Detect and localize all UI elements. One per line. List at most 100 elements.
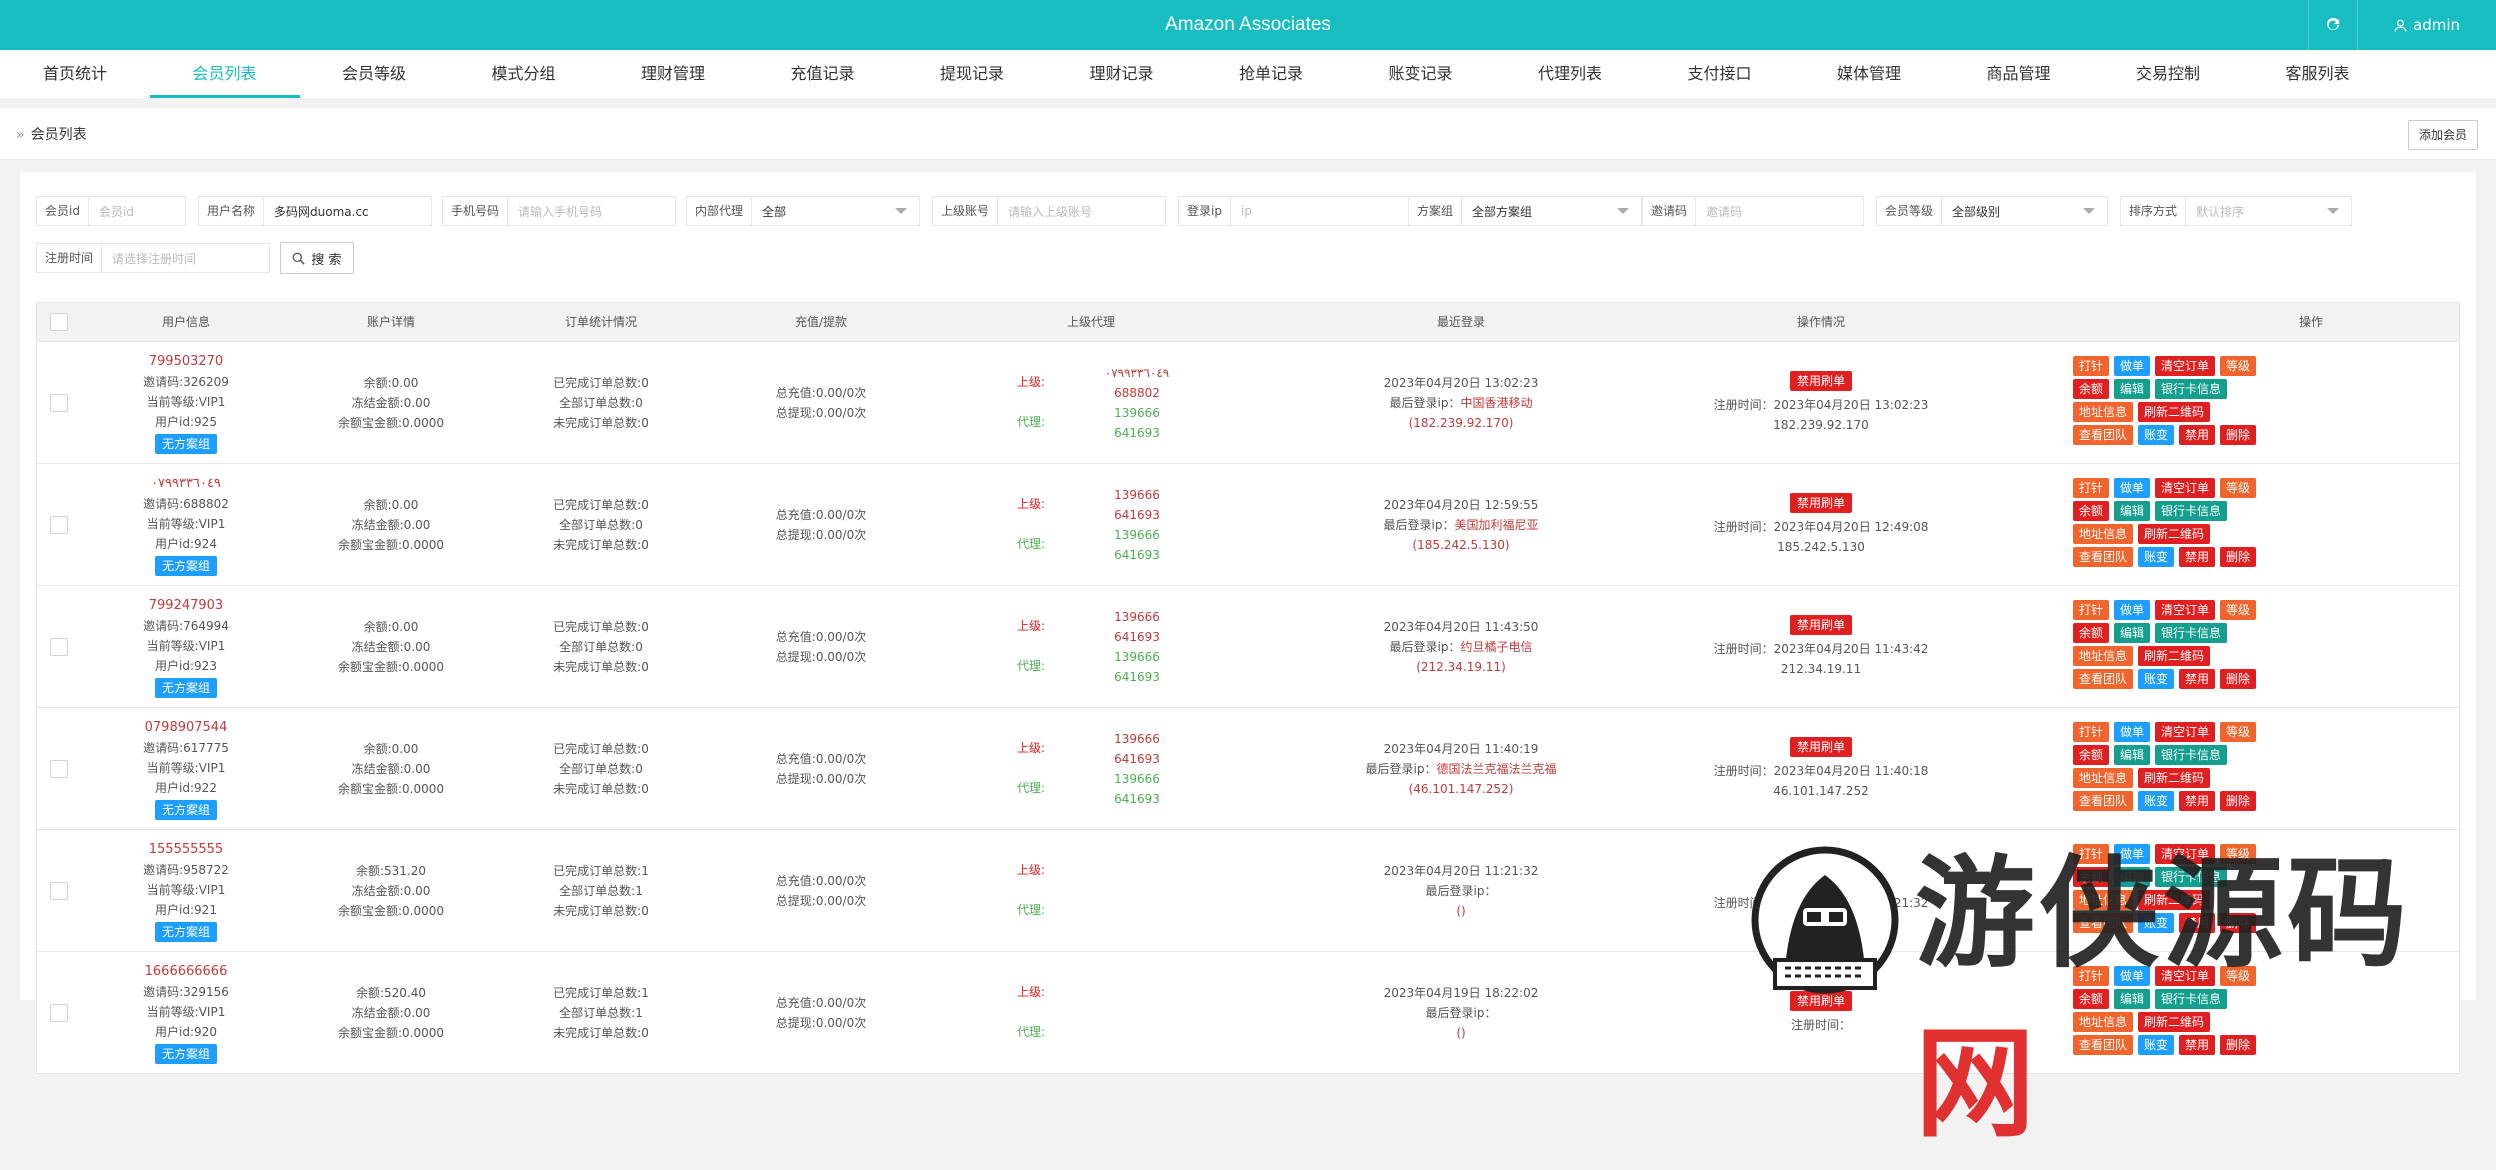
op-button-11[interactable]: 禁用: [2179, 547, 2216, 567]
op-button-8[interactable]: 刷新二维码: [2138, 524, 2211, 544]
op-button-6[interactable]: 银行卡信息: [2155, 623, 2228, 643]
op-button-9[interactable]: 查看团队: [2073, 913, 2134, 933]
nav-item-1[interactable]: 会员列表: [149, 50, 300, 98]
op-button-6[interactable]: 银行卡信息: [2155, 501, 2228, 521]
op-button-8[interactable]: 刷新二维码: [2138, 890, 2211, 910]
op-button-3[interactable]: 等级: [2220, 356, 2257, 376]
op-button-4[interactable]: 余额: [2073, 623, 2110, 643]
op-button-3[interactable]: 等级: [2220, 722, 2257, 742]
banned-badge[interactable]: 禁用刷单: [1789, 371, 1852, 391]
nav-item-8[interactable]: 抢单记录: [1196, 50, 1346, 98]
op-button-10[interactable]: 账变: [2138, 1035, 2175, 1055]
op-button-10[interactable]: 账变: [2138, 547, 2175, 567]
plan-group-select[interactable]: 全部方案组: [1462, 203, 1617, 220]
no-group-badge[interactable]: 无方案组: [154, 922, 217, 942]
sort-select[interactable]: 默认排序: [2186, 203, 2327, 220]
op-button-12[interactable]: 删除: [2220, 1035, 2257, 1055]
op-button-1[interactable]: 做单: [2114, 478, 2151, 498]
op-button-5[interactable]: 编辑: [2114, 745, 2151, 765]
op-button-5[interactable]: 编辑: [2114, 867, 2151, 887]
invite-code-input[interactable]: 邀请码: [1696, 203, 1863, 220]
nav-item-9[interactable]: 账变记录: [1346, 50, 1496, 98]
banned-badge[interactable]: 禁用刷单: [1789, 991, 1852, 1011]
nav-item-11[interactable]: 支付接口: [1645, 50, 1795, 98]
op-button-0[interactable]: 打针: [2073, 966, 2110, 986]
filter-register-time[interactable]: 注册时间 请选择注册时间: [36, 243, 270, 273]
op-button-6[interactable]: 银行卡信息: [2155, 379, 2228, 399]
op-button-5[interactable]: 编辑: [2114, 989, 2151, 1009]
op-button-4[interactable]: 余额: [2073, 989, 2110, 1009]
op-button-8[interactable]: 刷新二维码: [2138, 768, 2211, 788]
op-button-0[interactable]: 打针: [2073, 600, 2110, 620]
username[interactable]: 799503270: [149, 352, 223, 372]
row-checkbox[interactable]: [50, 1004, 68, 1022]
username[interactable]: 1666666666: [145, 962, 228, 982]
username-input[interactable]: 多码网duoma.cc: [264, 203, 431, 220]
filter-phone[interactable]: 手机号码 请输入手机号码: [442, 196, 676, 226]
nav-item-10[interactable]: 代理列表: [1495, 50, 1645, 98]
op-button-12[interactable]: 删除: [2220, 669, 2257, 689]
op-button-7[interactable]: 地址信息: [2073, 524, 2134, 544]
add-member-button[interactable]: 添加会员: [2407, 120, 2478, 150]
op-button-5[interactable]: 编辑: [2114, 501, 2151, 521]
op-button-8[interactable]: 刷新二维码: [2138, 646, 2211, 666]
row-checkbox[interactable]: [50, 760, 68, 778]
op-button-12[interactable]: 删除: [2220, 913, 2257, 933]
op-button-7[interactable]: 地址信息: [2073, 646, 2134, 666]
filter-sort[interactable]: 排序方式 默认排序: [2120, 196, 2352, 226]
no-group-badge[interactable]: 无方案组: [154, 678, 217, 698]
op-button-4[interactable]: 余额: [2073, 379, 2110, 399]
op-button-6[interactable]: 银行卡信息: [2155, 867, 2228, 887]
parent-account-input[interactable]: 请输入上级账号: [998, 203, 1165, 220]
op-button-0[interactable]: 打针: [2073, 722, 2110, 742]
op-button-2[interactable]: 清空订单: [2155, 722, 2216, 742]
filter-login-ip[interactable]: 登录ip ip: [1178, 196, 1412, 226]
nav-item-13[interactable]: 商品管理: [1944, 50, 2094, 98]
op-button-7[interactable]: 地址信息: [2073, 768, 2134, 788]
no-group-badge[interactable]: 无方案组: [154, 556, 217, 576]
search-button[interactable]: 搜 索: [280, 242, 354, 274]
nav-item-4[interactable]: 理财管理: [598, 50, 748, 98]
op-button-3[interactable]: 等级: [2220, 600, 2257, 620]
nav-item-2[interactable]: 会员等级: [299, 50, 449, 98]
row-checkbox[interactable]: [50, 882, 68, 900]
select-all-checkbox[interactable]: [50, 313, 68, 331]
filter-internal-agent[interactable]: 内部代理 全部: [686, 196, 920, 226]
username[interactable]: 155555555: [149, 840, 223, 860]
op-button-10[interactable]: 账变: [2138, 669, 2175, 689]
op-button-1[interactable]: 做单: [2114, 600, 2151, 620]
op-button-9[interactable]: 查看团队: [2073, 547, 2134, 567]
op-button-4[interactable]: 余额: [2073, 501, 2110, 521]
op-button-7[interactable]: 地址信息: [2073, 1012, 2134, 1032]
op-button-11[interactable]: 禁用: [2179, 1035, 2216, 1055]
op-button-11[interactable]: 禁用: [2179, 669, 2216, 689]
nav-item-3[interactable]: 模式分组: [449, 50, 599, 98]
op-button-2[interactable]: 清空订单: [2155, 844, 2216, 864]
no-group-badge[interactable]: 无方案组: [154, 1044, 217, 1064]
member-level-select[interactable]: 全部级别: [1942, 203, 2083, 220]
no-group-badge[interactable]: 无方案组: [154, 800, 217, 820]
op-button-7[interactable]: 地址信息: [2073, 402, 2134, 422]
banned-badge[interactable]: 禁用刷单: [1789, 869, 1852, 889]
filter-member-id[interactable]: 会员id 会员id: [36, 196, 186, 226]
nav-item-6[interactable]: 提现记录: [897, 50, 1047, 98]
op-button-3[interactable]: 等级: [2220, 478, 2257, 498]
op-button-0[interactable]: 打针: [2073, 478, 2110, 498]
row-checkbox[interactable]: [50, 638, 68, 656]
username[interactable]: ٠٧٩٩٣٣٦٠٤٩: [151, 474, 221, 494]
nav-item-12[interactable]: 媒体管理: [1794, 50, 1944, 98]
op-button-0[interactable]: 打针: [2073, 356, 2110, 376]
op-button-2[interactable]: 清空订单: [2155, 356, 2216, 376]
op-button-12[interactable]: 删除: [2220, 547, 2257, 567]
op-button-8[interactable]: 刷新二维码: [2138, 1012, 2211, 1032]
op-button-7[interactable]: 地址信息: [2073, 890, 2134, 910]
op-button-6[interactable]: 银行卡信息: [2155, 745, 2228, 765]
nav-item-0[interactable]: 首页统计: [0, 50, 150, 98]
op-button-5[interactable]: 编辑: [2114, 379, 2151, 399]
op-button-2[interactable]: 清空订单: [2155, 966, 2216, 986]
phone-input[interactable]: 请输入手机号码: [508, 203, 675, 220]
op-button-4[interactable]: 余额: [2073, 745, 2110, 765]
op-button-4[interactable]: 余额: [2073, 867, 2110, 887]
op-button-12[interactable]: 删除: [2220, 425, 2257, 445]
op-button-10[interactable]: 账变: [2138, 913, 2175, 933]
